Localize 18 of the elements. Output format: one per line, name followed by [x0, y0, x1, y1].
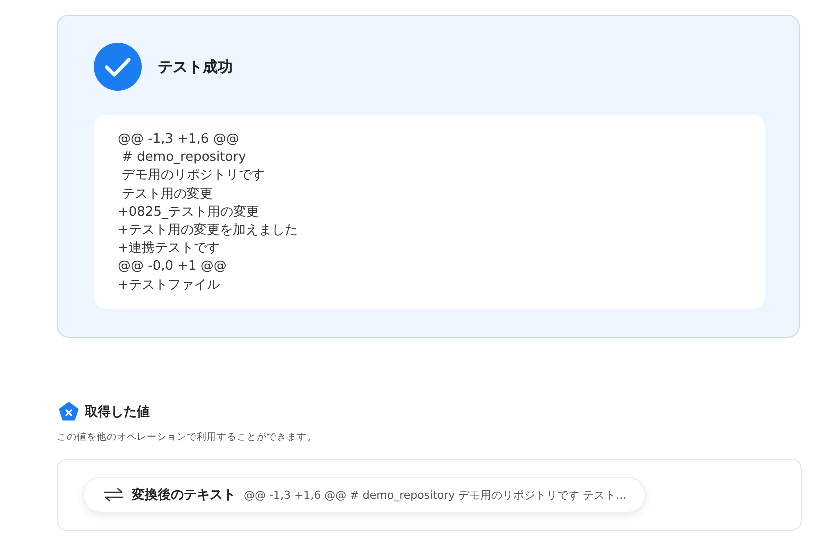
- diff-line: デモ用のリポジトリです: [121, 167, 266, 186]
- value-label: 変換後のテキスト: [132, 486, 236, 504]
- diff-line: @@ -0,0 +1 @@: [118, 258, 228, 276]
- value-preview: @@ -1,3 +1,6 @@ # demo_repository デモ用のリポジトリです テスト...: [244, 488, 627, 502]
- diff-line: +テスト用の変更を加えました: [118, 222, 299, 240]
- section-title: 取得した値: [85, 404, 150, 421]
- diff-line: テスト用の変更: [121, 186, 214, 204]
- variable-icon: [59, 402, 79, 422]
- swap-icon: [104, 488, 124, 502]
- diff-line: +0825_テスト用の変更: [118, 204, 260, 222]
- diff-line: +連携テストです: [118, 240, 221, 258]
- section-description: この値を他のオペレーションで利用することができます。: [57, 431, 318, 444]
- value-chip[interactable]: 変換後のテキスト @@ -1,3 +1,6 @@ # demo_repository デモ用のリポジトリです テスト...: [83, 477, 646, 513]
- result-title: テスト成功: [158, 58, 233, 76]
- diff-line: @@ -1,3 +1,6 @@: [118, 131, 240, 149]
- diff-line: +テストファイル: [118, 276, 221, 295]
- diff-line: # demo_repository: [121, 149, 248, 168]
- check-icon: [94, 43, 142, 91]
